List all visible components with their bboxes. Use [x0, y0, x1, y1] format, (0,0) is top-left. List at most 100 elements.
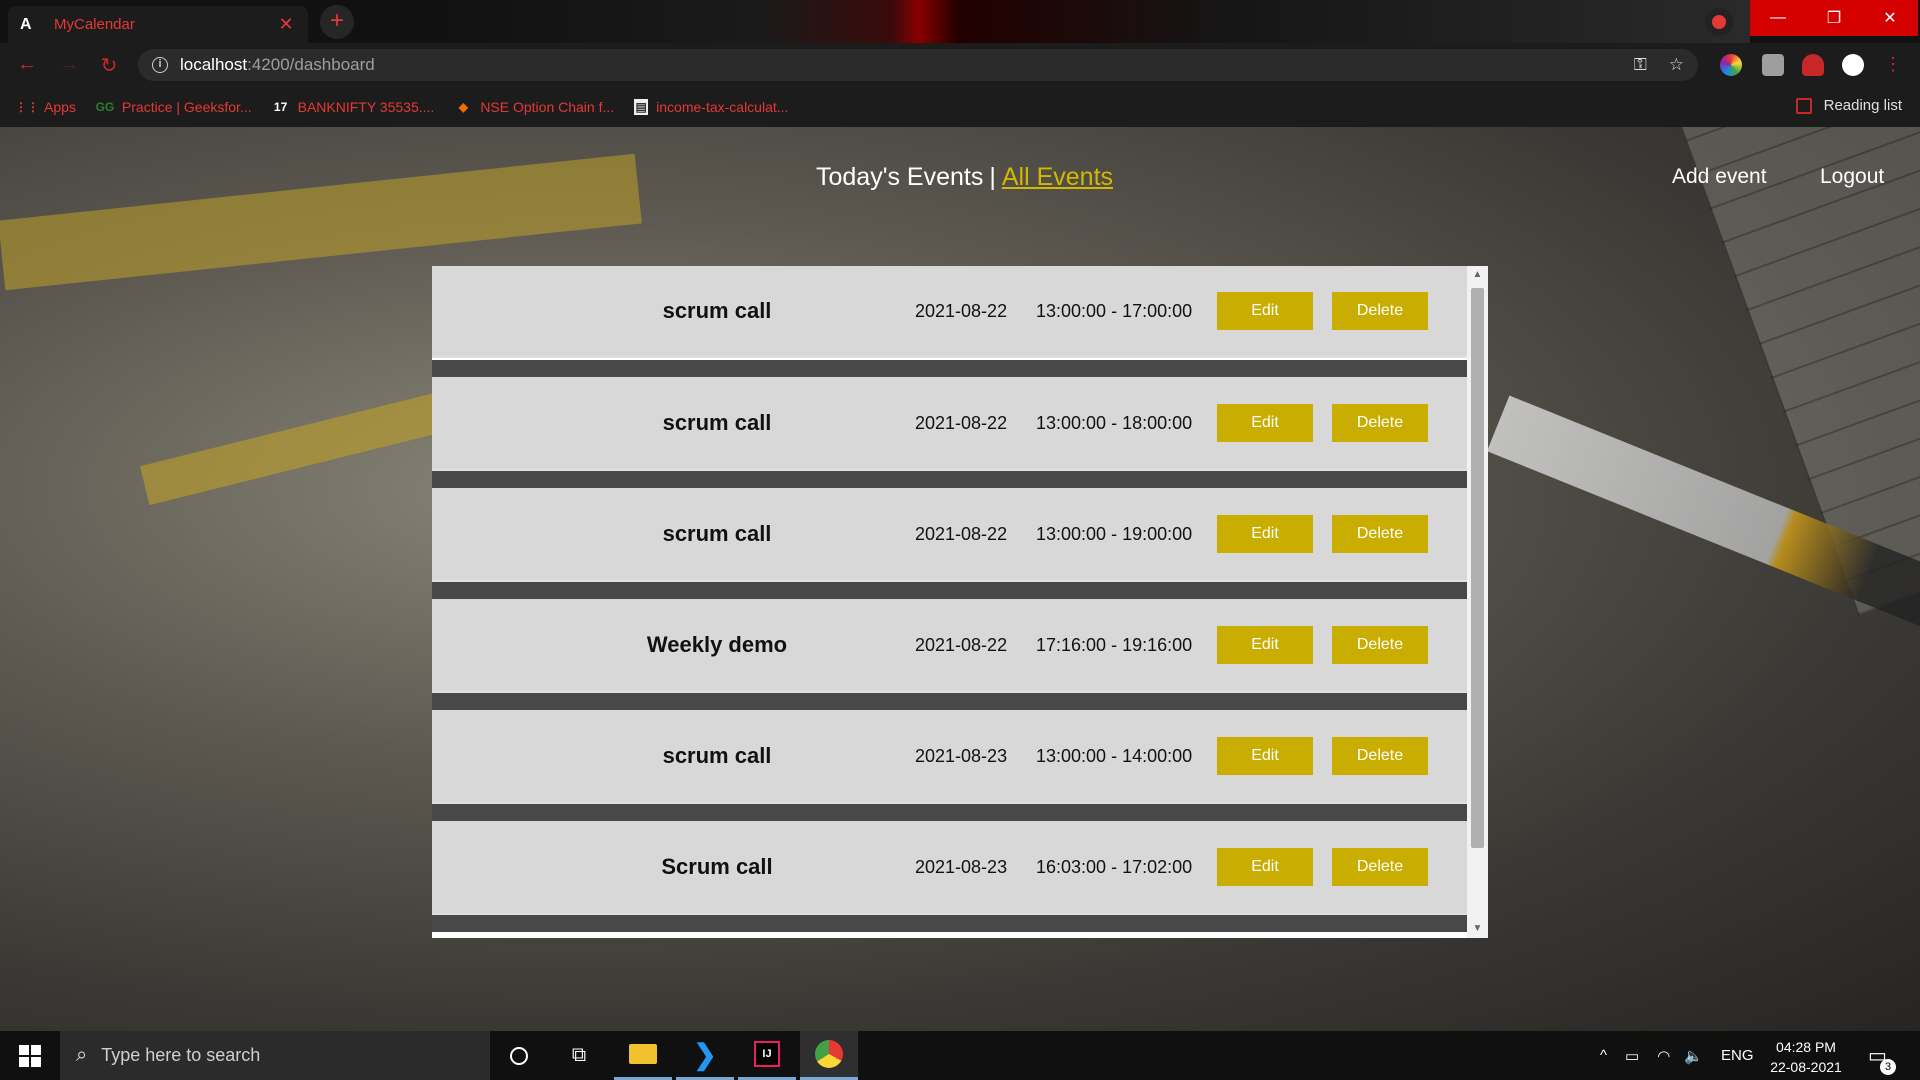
- edit-button[interactable]: Edit: [1217, 404, 1313, 442]
- scroll-down-arrow-icon[interactable]: ▼: [1467, 920, 1488, 938]
- bookmark-apps[interactable]: ⋮⋮ Apps: [15, 99, 76, 115]
- bookmark-star-icon[interactable]: ☆: [1669, 55, 1684, 75]
- scrollbar-thumb[interactable]: [1471, 288, 1484, 848]
- bookmark-income-tax[interactable]: ▤ income-tax-calculat...: [634, 99, 788, 115]
- notification-count-badge: 3: [1880, 1059, 1896, 1075]
- file-explorer-button[interactable]: [614, 1031, 672, 1080]
- minimize-button[interactable]: —: [1750, 0, 1806, 36]
- vscode-button[interactable]: ❯: [676, 1031, 734, 1080]
- profile-avatar-icon[interactable]: [1842, 54, 1864, 76]
- event-date: 2021-08-22: [915, 412, 1008, 433]
- reading-list-button[interactable]: Reading list: [1795, 97, 1902, 114]
- browser-theme-background: [430, 0, 1750, 43]
- clock-date: 22-08-2021: [1770, 1059, 1842, 1075]
- site-info-icon[interactable]: i: [152, 57, 168, 73]
- folder-icon: [629, 1044, 657, 1064]
- edit-button[interactable]: Edit: [1217, 737, 1313, 775]
- edit-button[interactable]: Edit: [1217, 292, 1313, 330]
- wifi-icon[interactable]: ◠: [1657, 1047, 1670, 1065]
- add-event-link[interactable]: Add event: [1672, 165, 1767, 189]
- reading-list-icon: [1795, 97, 1812, 114]
- reload-icon[interactable]: ↻: [96, 53, 122, 78]
- apps-grid-icon: ⋮⋮: [15, 100, 39, 114]
- all-events-link[interactable]: All Events: [1002, 163, 1113, 191]
- task-view-button[interactable]: ⧉: [550, 1031, 608, 1080]
- intellij-button[interactable]: IJ: [738, 1031, 796, 1080]
- scroll-up-arrow-icon[interactable]: ▲: [1467, 266, 1488, 284]
- url-path: :4200/dashboard: [247, 55, 375, 74]
- gfg-icon: GG: [95, 100, 115, 114]
- start-button[interactable]: [0, 1031, 60, 1080]
- windows-logo-icon: [19, 1044, 41, 1067]
- search-placeholder: Type here to search: [101, 1045, 261, 1065]
- event-card: Scrum call 2021-08-23 16:03:00 - 17:02:0…: [432, 821, 1467, 915]
- bookmark-nse[interactable]: ◆ NSE Option Chain f...: [454, 99, 614, 115]
- bookmark-label: Apps: [44, 99, 76, 115]
- events-scrollbar[interactable]: ▲ ▼: [1467, 266, 1488, 938]
- menu-kebab-icon[interactable]: ⋮: [1884, 54, 1902, 76]
- extension-icon[interactable]: [1762, 54, 1784, 76]
- taskbar-search[interactable]: ⌕ Type here to search: [60, 1031, 490, 1080]
- browser-tab[interactable]: A MyCalendar ✕: [8, 6, 308, 43]
- tab-close-icon[interactable]: ✕: [276, 14, 296, 35]
- intellij-icon: IJ: [754, 1041, 780, 1067]
- delete-button[interactable]: Delete: [1332, 404, 1428, 442]
- tray-overflow-chevron-icon[interactable]: ^: [1600, 1047, 1607, 1064]
- delete-button[interactable]: Delete: [1332, 515, 1428, 553]
- volume-icon[interactable]: 🔈: [1684, 1047, 1703, 1065]
- cortana-button[interactable]: [490, 1031, 548, 1080]
- bookmark-label: Practice | Geeksfor...: [121, 99, 252, 115]
- url-host: localhost: [180, 55, 248, 74]
- address-bar[interactable]: i localhost :4200/dashboard ⚿ ☆: [138, 49, 1698, 81]
- clock-time: 04:28 PM: [1776, 1039, 1836, 1055]
- event-name: scrum call: [662, 298, 772, 323]
- edit-button[interactable]: Edit: [1217, 626, 1313, 664]
- event-separator: [432, 582, 1467, 599]
- event-name: scrum call: [662, 521, 772, 546]
- key-icon[interactable]: ⚿: [1634, 55, 1647, 75]
- nav-tabs: Today's Events | All Events: [816, 163, 1113, 192]
- event-time: 13:00:00 - 14:00:00: [1036, 745, 1193, 766]
- event-separator: [432, 471, 1467, 488]
- event-date: 2021-08-22: [915, 523, 1008, 544]
- event-date: 2021-08-22: [915, 634, 1008, 655]
- edit-button[interactable]: Edit: [1217, 515, 1313, 553]
- document-icon: ▤: [634, 99, 649, 115]
- delete-button[interactable]: Delete: [1332, 292, 1428, 330]
- taskbar-clock[interactable]: 04:28 PM 22-08-2021: [1756, 1037, 1856, 1077]
- battery-icon[interactable]: ▭: [1625, 1047, 1639, 1065]
- close-window-button[interactable]: ✕: [1862, 0, 1918, 36]
- event-time: 13:00:00 - 19:00:00: [1036, 523, 1193, 544]
- color-picker-extension-icon[interactable]: [1720, 54, 1742, 76]
- event-separator: [432, 915, 1467, 932]
- event-separator: [432, 693, 1467, 710]
- bookmark-geeksforgeeks[interactable]: GG Practice | Geeksfor...: [96, 99, 252, 115]
- app-nav: Today's Events | All Events Add event Logo…: [0, 163, 1920, 203]
- language-indicator[interactable]: ENG: [1721, 1047, 1754, 1064]
- event-time: 13:00:00 - 18:00:00: [1036, 412, 1193, 433]
- background-photo: [139, 388, 461, 506]
- nse-icon: ◆: [458, 100, 468, 114]
- chrome-icon: [815, 1040, 843, 1068]
- delete-button[interactable]: Delete: [1332, 737, 1428, 775]
- puzzle-extensions-icon[interactable]: [1802, 54, 1824, 76]
- bookmark-label: NSE Option Chain f...: [480, 99, 615, 115]
- tradingview-icon: 17: [273, 100, 288, 114]
- restore-button[interactable]: ❐: [1806, 0, 1862, 36]
- new-tab-button[interactable]: +: [320, 5, 354, 39]
- forward-arrow-icon[interactable]: →: [56, 53, 82, 76]
- chrome-button[interactable]: [800, 1031, 858, 1080]
- delete-button[interactable]: Delete: [1332, 848, 1428, 886]
- delete-button[interactable]: Delete: [1332, 626, 1428, 664]
- back-arrow-icon[interactable]: ←: [14, 53, 40, 76]
- reading-list-label: Reading list: [1823, 97, 1902, 114]
- bookmark-banknifty[interactable]: 17 BANKNIFTY 35535....: [272, 99, 435, 115]
- windows-taskbar: ⌕ Type here to search ⧉ ❯ IJ ^ ▭ ◠ 🔈 ENG…: [0, 1031, 1920, 1080]
- tab-search-button[interactable]: [1705, 8, 1733, 36]
- event-date: 2021-08-23: [915, 745, 1008, 766]
- logout-link[interactable]: Logout: [1820, 165, 1884, 189]
- edit-button[interactable]: Edit: [1217, 848, 1313, 886]
- bookmark-label: BANKNIFTY 35535....: [297, 99, 435, 115]
- todays-events-link[interactable]: Today's Events: [816, 163, 983, 191]
- event-time: 17:16:00 - 19:16:00: [1036, 634, 1193, 655]
